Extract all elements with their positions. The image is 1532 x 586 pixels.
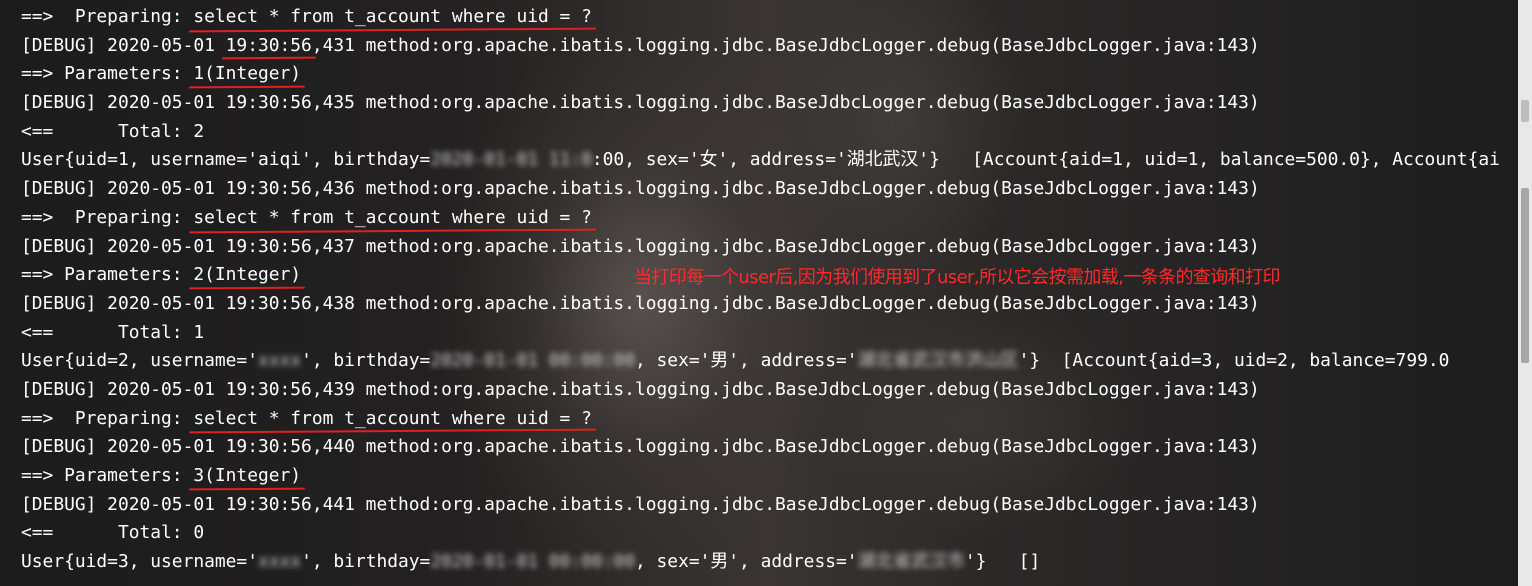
- console-text: <== Total: 1: [21, 321, 205, 343]
- redacted-text: xxxx: [257, 350, 302, 372]
- console-output-panel: ==> Preparing: select * from t_account w…: [0, 0, 1532, 586]
- annotation-note: 当打印每一个user后,因为我们使用到了user,所以它会按需加载,一条条的查询…: [634, 267, 1280, 288]
- console-line: [DEBUG] 2020-05-01 19:30:56,431 method:o…: [21, 32, 1500, 61]
- redacted-text: 2020-01-01 00:00:00: [430, 551, 635, 573]
- console-text: , sex='男', address=': [634, 551, 858, 573]
- console-text: ==> Parameters:: [21, 465, 194, 486]
- redacted-text: 湖北省武汉市: [857, 551, 965, 573]
- console-text: '} []: [964, 551, 1041, 573]
- console-line: [DEBUG] 2020-05-01 19:30:56,437 method:o…: [21, 233, 1500, 262]
- underlined-highlight: 2(Integer): [193, 261, 301, 290]
- console-text: ==> Preparing:: [21, 407, 194, 429]
- console-log-lines: ==> Preparing: select * from t_account w…: [21, 3, 1500, 577]
- console-text: , sex='男', address=': [634, 350, 858, 372]
- console-text: ,431 method:org.apache.ibatis.logging.jd…: [311, 34, 1260, 56]
- scrollbar-marker[interactable]: [1521, 100, 1529, 122]
- console-line: ==> Preparing: select * from t_account w…: [21, 405, 1500, 434]
- console-text: User{uid=2, username=': [21, 350, 258, 372]
- console-text: '} [Account{aid=3, uid=2, balance=799.0: [1018, 350, 1450, 372]
- console-text: User{uid=3, username=': [21, 551, 258, 573]
- console-line: <== Total: 1: [21, 319, 1500, 348]
- console-text: [DEBUG] 2020-05-01: [21, 34, 226, 56]
- console-line: <== Total: 0: [21, 519, 1500, 548]
- console-text: [DEBUG] 2020-05-01 19:30:56,435 method:o…: [21, 92, 1260, 114]
- redacted-text: 2020-01-01 11:0: [430, 149, 592, 171]
- vertical-scrollbar[interactable]: [1518, 0, 1532, 586]
- console-text: User{uid=1, username='aiqi', birthday=: [21, 149, 431, 171]
- console-line: ==> Parameters: 1(Integer): [21, 60, 1500, 89]
- underlined-highlight: select * from t_account where uid = ?: [193, 405, 592, 434]
- scrollbar-thumb[interactable]: [1521, 188, 1529, 363]
- console-line: ==> Preparing: select * from t_account w…: [21, 204, 1500, 233]
- console-line: [DEBUG] 2020-05-01 19:30:56,435 method:o…: [21, 89, 1500, 118]
- console-line: ==> Parameters: 3(Integer): [21, 462, 1500, 491]
- console-line: [DEBUG] 2020-05-01 19:30:56,440 method:o…: [21, 433, 1500, 462]
- console-text: <== Total: 0: [21, 522, 205, 544]
- console-line: <== Total: 2: [21, 118, 1500, 147]
- console-text: [DEBUG] 2020-05-01 19:30:56,436 method:o…: [21, 178, 1260, 200]
- redacted-text: 2020-01-01 00:00:00: [430, 350, 635, 372]
- console-text: ==> Preparing:: [21, 6, 194, 27]
- console-text: [DEBUG] 2020-05-01 19:30:56,441 method:o…: [21, 493, 1260, 515]
- underlined-highlight: 19:30:56: [226, 32, 312, 61]
- console-text: ', birthday=: [301, 551, 431, 573]
- console-text: ', birthday=: [301, 350, 431, 372]
- console-text: ==> Preparing:: [21, 206, 194, 228]
- console-text: [DEBUG] 2020-05-01 19:30:56,440 method:o…: [21, 436, 1260, 458]
- console-line: User{uid=1, username='aiqi', birthday=20…: [21, 146, 1500, 175]
- console-text: [DEBUG] 2020-05-01 19:30:56,437 method:o…: [21, 235, 1260, 257]
- console-text: <== Total: 2: [21, 120, 205, 142]
- underlined-highlight: 3(Integer): [193, 462, 301, 491]
- console-line: ==> Preparing: select * from t_account w…: [21, 3, 1500, 32]
- console-text: :00, sex='女', address='湖北武汉'} [Account{a…: [591, 149, 1500, 171]
- console-line: [DEBUG] 2020-05-01 19:30:56,439 method:o…: [21, 376, 1500, 405]
- underlined-highlight: 1(Integer): [193, 60, 301, 89]
- redacted-text: xxxx: [257, 551, 302, 573]
- console-line: [DEBUG] 2020-05-01 19:30:56,441 method:o…: [21, 491, 1500, 520]
- console-text: ==> Parameters:: [21, 63, 194, 85]
- redacted-text: 湖北省武汉市洪山区: [857, 350, 1019, 372]
- underlined-highlight: select * from t_account where uid = ?: [193, 204, 592, 233]
- console-line: User{uid=3, username='xxxx', birthday=20…: [21, 548, 1500, 577]
- console-text: [DEBUG] 2020-05-01 19:30:56,439 method:o…: [21, 378, 1260, 400]
- console-line: [DEBUG] 2020-05-01 19:30:56,438 method:o…: [21, 290, 1500, 319]
- console-line: User{uid=2, username='xxxx', birthday=20…: [21, 347, 1500, 376]
- console-line: [DEBUG] 2020-05-01 19:30:56,436 method:o…: [21, 175, 1500, 204]
- underlined-highlight: select * from t_account where uid = ?: [193, 3, 592, 32]
- console-text: [DEBUG] 2020-05-01 19:30:56,438 method:o…: [21, 292, 1260, 314]
- console-text: ==> Parameters:: [21, 264, 194, 286]
